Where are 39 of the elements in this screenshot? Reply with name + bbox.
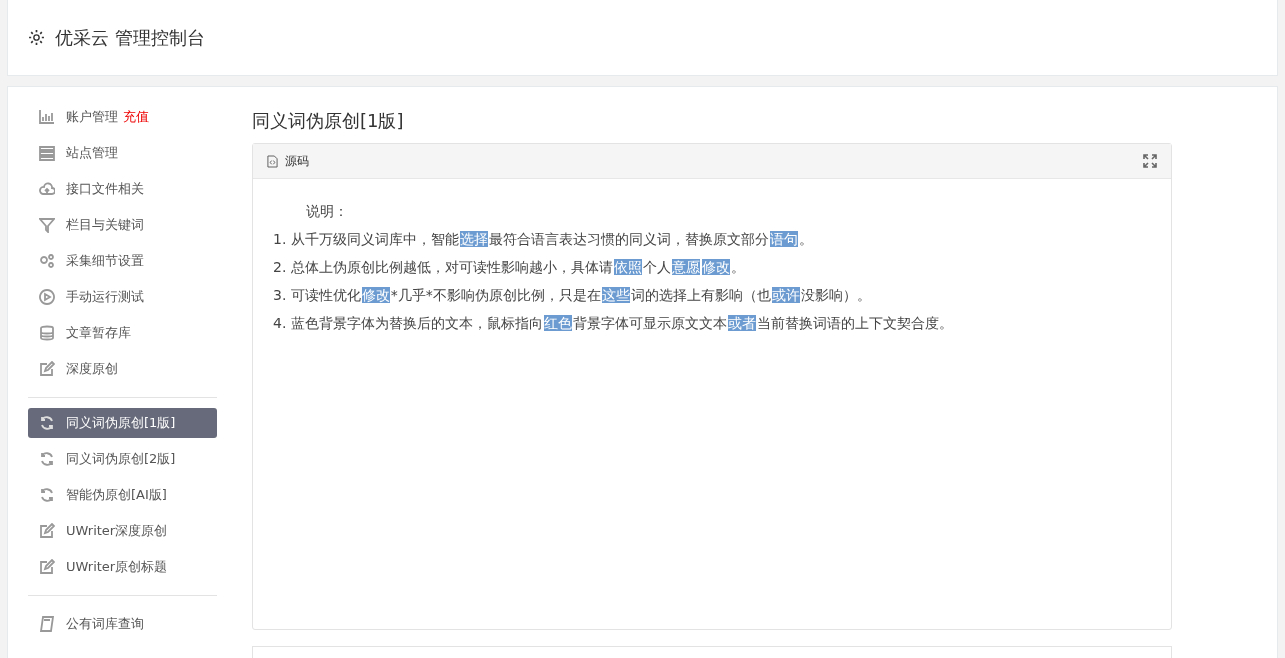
server-icon: [39, 145, 55, 161]
sidebar-item[interactable]: UWriter原创标题: [28, 549, 217, 585]
app-title: 优采云 管理控制台: [55, 25, 205, 50]
sidebar-item[interactable]: 采集细节设置: [28, 243, 217, 279]
sidebar-item[interactable]: 站点管理: [28, 135, 217, 171]
refresh-icon: [39, 451, 55, 467]
database-icon: [39, 325, 55, 341]
sidebar-item[interactable]: 接口文件相关: [28, 171, 217, 207]
note-line: 3. 可读性优化修改*几乎*不影响伪原创比例，只是在这些词的选择上有影响（也或许没影响）。: [273, 286, 872, 305]
sidebar-item[interactable]: 公有词库查询: [28, 606, 217, 642]
note-line: 1. 从千万级同义词库中，智能选择最符合语言表达习惯的同义词，替换原文部分语句。: [273, 230, 814, 249]
refresh-icon: [39, 415, 55, 431]
note-line: 2. 总体上伪原创比例越低，对可读性影响越小，具体请依照个人意愿修改。: [273, 258, 746, 277]
page-title: 同义词伪原创[1版]: [252, 109, 405, 133]
sidebar-item[interactable]: 文章暂存库: [28, 315, 217, 351]
sidebar-item[interactable]: 智能伪原创[AI版]: [28, 477, 217, 513]
sidebar-item[interactable]: UWriter深度原创: [28, 513, 217, 549]
sidebar-item[interactable]: 深度原创: [28, 351, 217, 387]
bar-chart-icon: [39, 109, 55, 125]
code-file-icon: [267, 154, 278, 168]
book-icon: [39, 616, 55, 632]
refresh-icon: [39, 487, 55, 503]
edit-icon: [39, 523, 55, 539]
recharge-link[interactable]: 充值: [123, 108, 149, 126]
edit-icon: [39, 361, 55, 377]
notes-heading: 说明：: [305, 203, 349, 221]
sidebar-item[interactable]: 同义词伪原创[2版]: [28, 441, 217, 477]
play-icon: [39, 289, 55, 305]
settings-icon: [28, 29, 45, 46]
sidebar-item[interactable]: 账户管理 充值: [28, 99, 217, 135]
panel-title: 源码: [285, 152, 310, 170]
note-line: 4. 蓝色背景字体为替换后的文本，鼠标指向 红色背景字体可显示原文文本或者当前替换词语的上下文契合度。: [273, 314, 954, 333]
fullscreen-icon[interactable]: [1143, 154, 1157, 168]
sidebar-item[interactable]: 同义词伪原创[1版]: [28, 408, 217, 438]
sidebar-item[interactable]: 栏目与关键词: [28, 207, 217, 243]
funnel-icon: [39, 217, 55, 233]
sidebar-item[interactable]: 手动运行测试: [28, 279, 217, 315]
edit-icon: [39, 559, 55, 575]
cloud-upload-icon: [39, 181, 55, 197]
